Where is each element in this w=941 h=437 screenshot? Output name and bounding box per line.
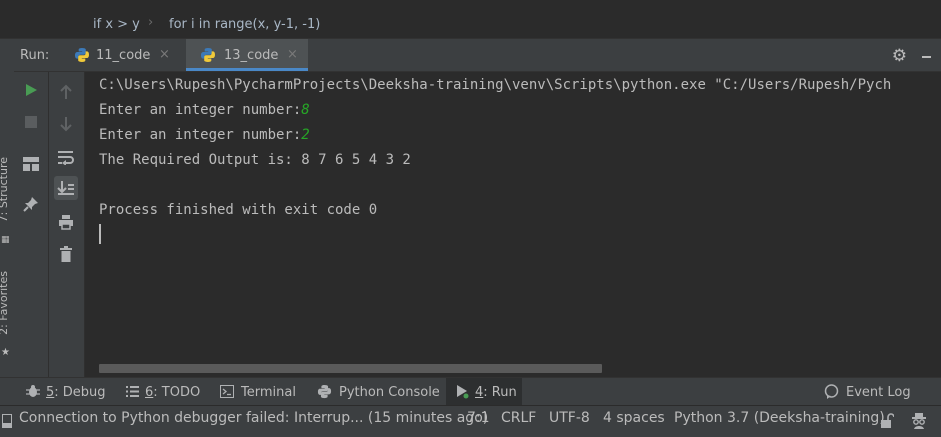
console-line-prompt: Enter an integer number:8 — [99, 102, 310, 118]
layout-icon — [23, 157, 39, 171]
console-line-output: The Required Output is: 8 7 6 5 4 3 2 — [99, 152, 411, 168]
run-tool-button[interactable]: 4: Run — [446, 378, 522, 406]
file-encoding[interactable]: UTF-8 — [549, 410, 590, 426]
line-separator[interactable]: CRLF — [501, 410, 536, 426]
user-input-value: 2 — [301, 127, 310, 143]
stop-icon — [25, 116, 37, 128]
status-message[interactable]: Connection to Python debugger failed: In… — [19, 410, 488, 426]
pin-tab-button[interactable] — [19, 192, 43, 216]
close-icon[interactable]: × — [159, 47, 170, 62]
soft-wrap-icon — [58, 151, 74, 165]
tab-label: 13_code — [224, 48, 279, 63]
tool-window-bar: 5: Debug 6: TODO Terminal Python Console… — [0, 377, 941, 406]
python-interpreter[interactable]: Python 3.7 (Deeksha-training) — [674, 410, 885, 426]
caret-position[interactable]: 7:1 — [467, 410, 490, 426]
minimize-icon[interactable] — [922, 56, 931, 58]
inspector-icon[interactable] — [910, 412, 928, 430]
favorites-tool-button[interactable]: 2: Favorites — [0, 271, 10, 335]
stop-button[interactable] — [19, 110, 43, 134]
prompt-text: Enter an integer number: — [99, 127, 302, 143]
event-log-tool-button[interactable]: Event Log — [822, 378, 912, 406]
python-console-tool-button[interactable]: Python Console — [314, 378, 440, 406]
python-file-icon — [75, 48, 89, 62]
console-line-prompt: Enter an integer number:2 — [99, 127, 310, 143]
run-panel-header: Run: 11_code × 13_code × ⚙ — [14, 39, 941, 72]
toggle-tool-windows-icon[interactable] — [2, 414, 12, 428]
bug-icon — [26, 385, 40, 397]
favorites-star-icon: ★ — [1, 347, 10, 358]
tab-11-code[interactable]: 11_code × — [62, 39, 180, 71]
todo-label: : TODO — [153, 385, 201, 400]
terminal-tool-button[interactable]: Terminal — [216, 378, 300, 406]
run-toolbar-primary — [14, 72, 49, 377]
event-log-icon — [824, 384, 839, 399]
layout-button[interactable] — [19, 152, 43, 176]
up-arrow-icon — [60, 84, 72, 99]
prompt-text: Enter an integer number: — [99, 102, 302, 118]
previous-occurrence-button[interactable] — [54, 80, 78, 104]
text-cursor — [99, 224, 101, 244]
print-button[interactable] — [54, 210, 78, 234]
python-file-icon — [201, 48, 215, 62]
console-line-command: C:\Users\Rupesh\PycharmProjects\Deeksha-… — [99, 77, 892, 93]
structure-tool-button[interactable]: 7: Structure — [0, 157, 10, 222]
event-log-label: Event Log — [846, 385, 911, 400]
debug-label: : Debug — [54, 385, 106, 400]
trash-icon — [60, 246, 72, 262]
console-output[interactable]: C:\Users\Rupesh\PycharmProjects\Deeksha-… — [85, 72, 941, 377]
run-button[interactable] — [19, 78, 43, 102]
tab-label: 11_code — [96, 48, 151, 63]
console-line-exit: Process finished with exit code 0 — [99, 202, 378, 218]
scroll-to-end-button[interactable] — [54, 176, 78, 200]
print-icon — [59, 215, 73, 230]
user-input-value: 8 — [301, 102, 310, 118]
breadcrumb: if x > y › for i in range(x, y-1, -1) — [0, 0, 941, 39]
close-icon[interactable]: × — [287, 47, 298, 62]
run-label: Run: — [20, 48, 50, 63]
breadcrumb-item-if[interactable]: if x > y — [93, 17, 140, 32]
structure-icon: ▦ — [1, 235, 10, 245]
run-icon — [457, 385, 469, 399]
clear-all-button[interactable] — [54, 242, 78, 266]
list-icon — [126, 386, 139, 397]
soft-wrap-button[interactable] — [54, 145, 78, 169]
left-tool-strip: 7: Structure ▦ 2: Favorites ★ — [0, 39, 15, 377]
breadcrumb-item-for[interactable]: for i in range(x, y-1, -1) — [169, 17, 320, 32]
indent-setting[interactable]: 4 spaces — [603, 410, 665, 426]
active-tab-indicator — [186, 68, 308, 71]
debug-tool-button[interactable]: 5: Debug — [22, 378, 108, 406]
status-bar: Connection to Python debugger failed: In… — [0, 405, 941, 437]
todo-tool-button[interactable]: 6: TODO — [122, 378, 204, 406]
lock-open-icon[interactable] — [880, 413, 894, 429]
python-console-label: Python Console — [339, 385, 440, 400]
run-label: : Run — [483, 385, 517, 400]
down-arrow-icon — [60, 117, 72, 132]
terminal-icon — [220, 385, 234, 398]
scroll-to-end-icon — [57, 181, 74, 195]
pin-icon — [23, 197, 38, 212]
gear-icon[interactable]: ⚙ — [892, 46, 907, 66]
breadcrumb-separator: › — [148, 15, 154, 30]
tab-13-code[interactable]: 13_code × — [186, 39, 308, 71]
next-occurrence-button[interactable] — [54, 112, 78, 136]
run-icon — [26, 84, 37, 96]
horizontal-scrollbar[interactable] — [99, 364, 602, 373]
python-console-icon — [317, 384, 332, 399]
run-toolbar-secondary — [49, 72, 85, 377]
terminal-label: Terminal — [241, 385, 296, 400]
